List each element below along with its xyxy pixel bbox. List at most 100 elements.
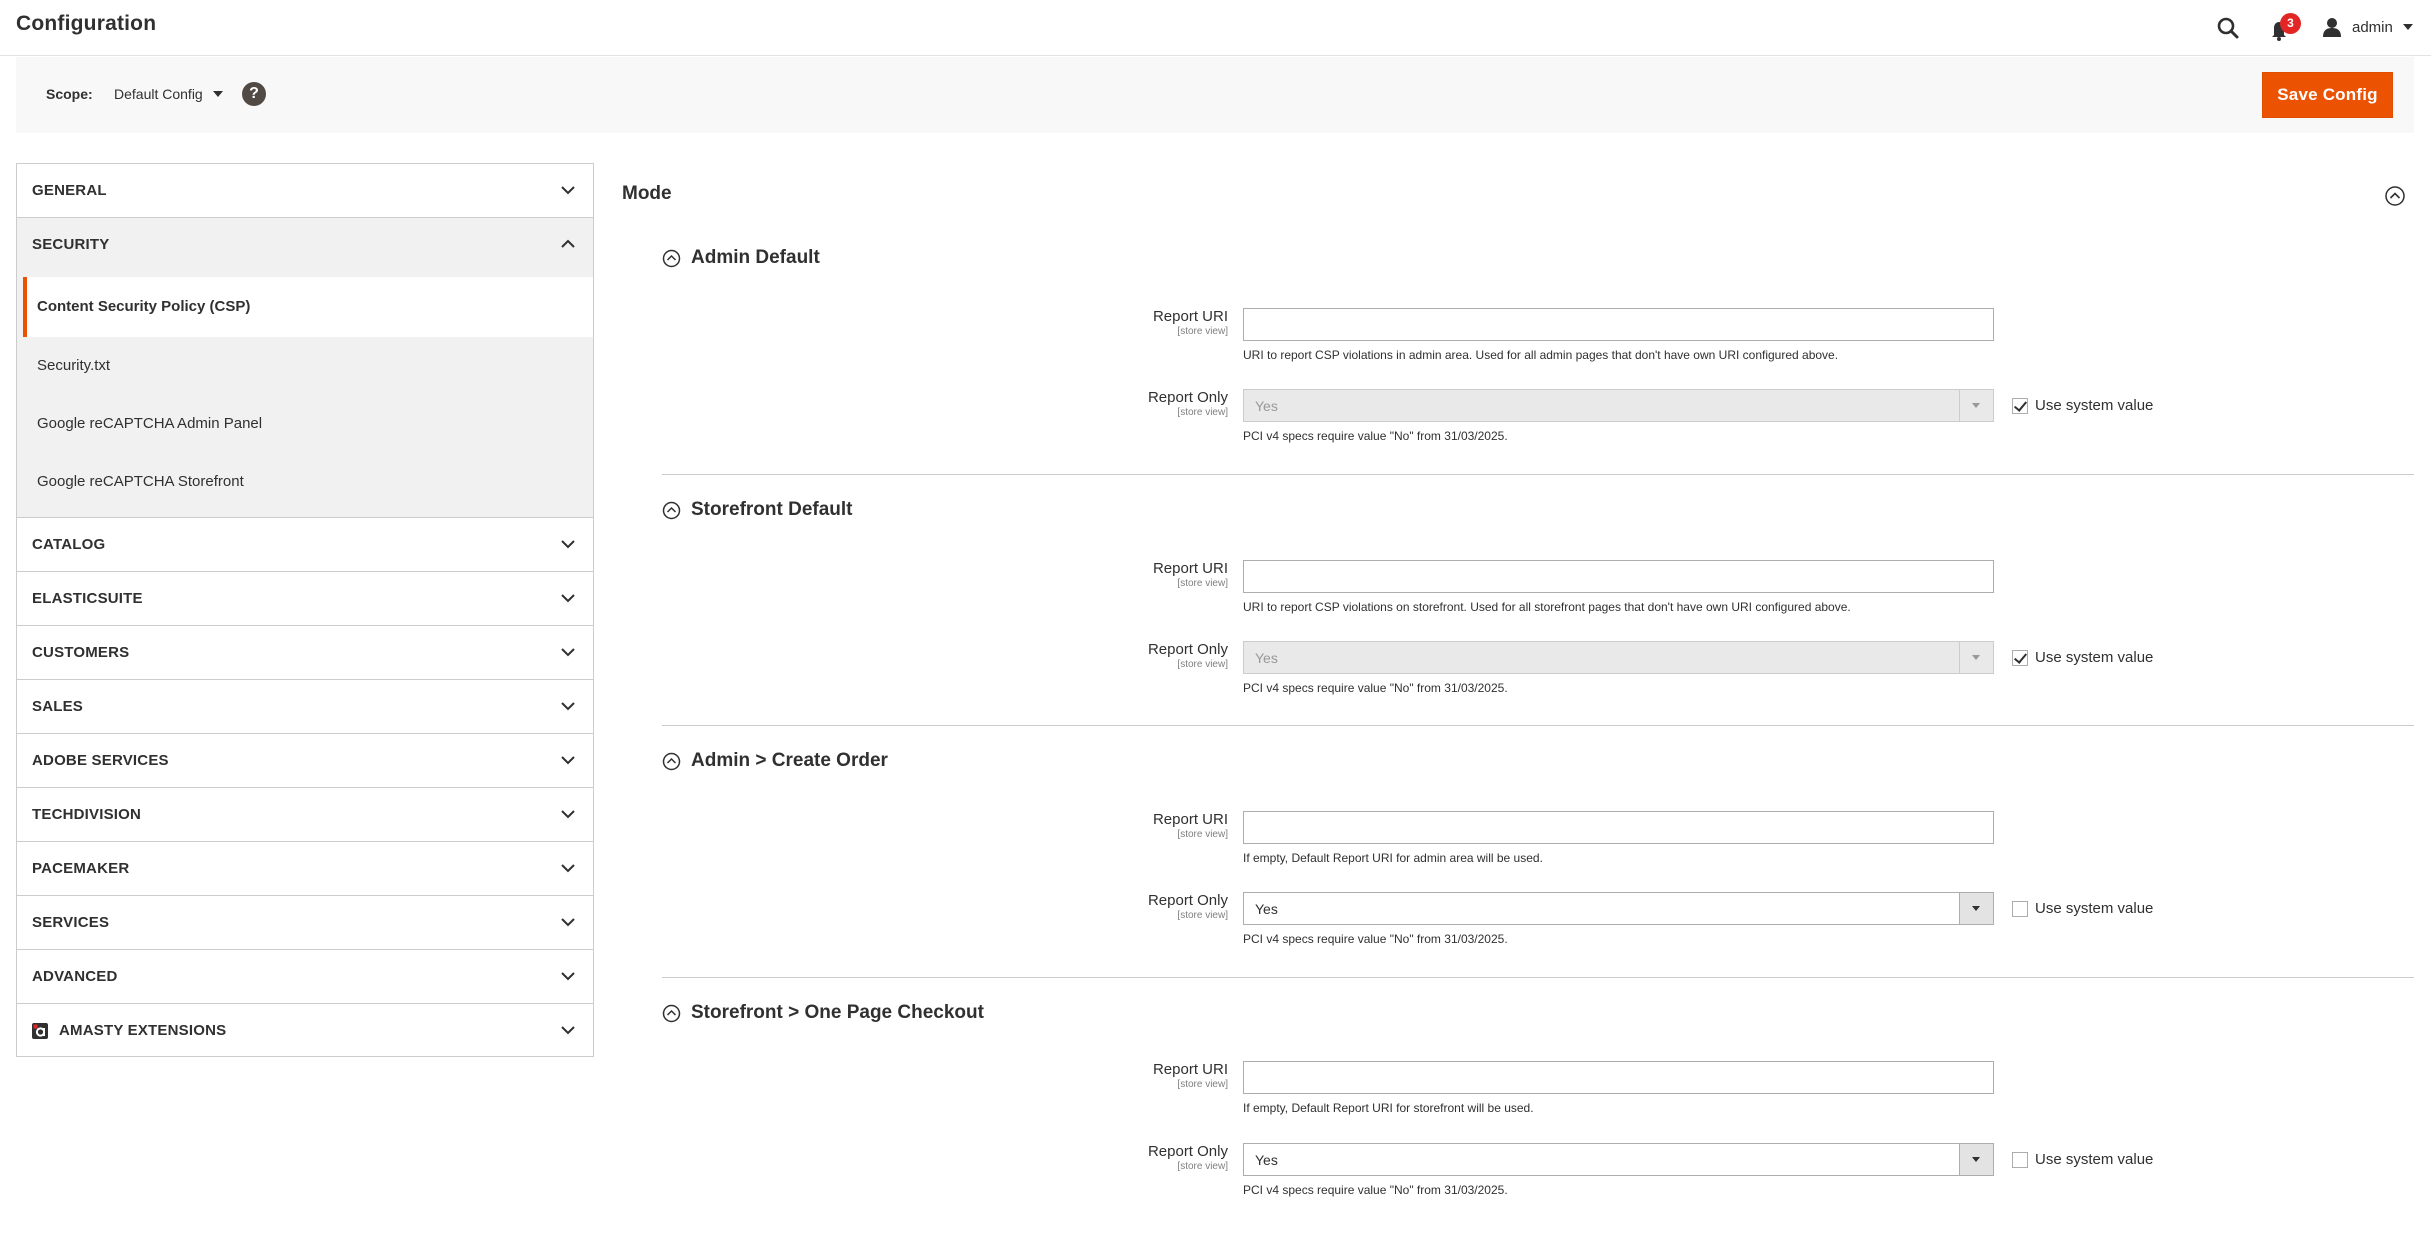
sidebar-section-catalog[interactable]: CATALOG [16, 517, 594, 571]
sidebar-section-sales[interactable]: SALES [16, 679, 594, 733]
search-icon[interactable] [2214, 14, 2242, 42]
chevron-down-icon [561, 918, 575, 927]
checkbox-checked[interactable] [2012, 397, 2028, 414]
sidebar-section-label: PACEMAKER [32, 860, 130, 877]
sidebar-section-security[interactable]: SECURITY [16, 217, 594, 271]
sidebar-section-pacemaker[interactable]: PACEMAKER [16, 841, 594, 895]
chevron-down-icon [1972, 655, 1980, 660]
report-uri-input[interactable] [1243, 308, 1994, 341]
sidebar-section-label: SECURITY [32, 236, 110, 253]
chevron-down-icon [1972, 1157, 1980, 1162]
group-header[interactable]: Storefront > One Page Checkout [662, 998, 984, 1028]
field-report-only: Report Only [store view] Yes Use system v… [662, 892, 2414, 952]
field-label: Report URI [1152, 811, 1228, 828]
notifications-count-badge[interactable]: 3 [2280, 13, 2301, 34]
sidebar-section-label: SERVICES [32, 914, 110, 931]
collapse-group-icon [662, 1004, 681, 1022]
field-label: Report Only [1147, 641, 1228, 658]
sidebar-section-customers[interactable]: CUSTOMERS [16, 625, 594, 679]
field-report-only: Report Only [store view] Yes Use system v… [662, 641, 2414, 701]
chevron-up-icon [561, 239, 575, 248]
sidebar-section-label: CATALOG [32, 536, 106, 553]
sidebar-section-amasty-extensions[interactable]: AMASTY EXTENSIONS [16, 1003, 594, 1057]
sidebar-section-adobe-services[interactable]: ADOBE SERVICES [16, 733, 594, 787]
use-system-value-checkbox[interactable]: Use system value [2012, 1151, 2153, 1168]
sidebar-item-label: Google reCAPTCHA Storefront [37, 473, 244, 490]
sidebar-item-csp[interactable]: Content Security Policy (CSP) [23, 277, 593, 337]
chevron-down-icon [561, 540, 575, 549]
collapse-group-icon [662, 249, 681, 267]
sidebar-section-label: GENERAL [32, 182, 107, 199]
report-only-select[interactable]: Yes [1243, 1143, 1994, 1176]
field-note: URI to report CSP violations in admin ar… [1243, 348, 1839, 362]
field-report-uri: Report URI [store view] If empty, Default… [662, 811, 2414, 871]
help-icon[interactable]: ? [242, 82, 266, 106]
group-header[interactable]: Storefront Default [662, 495, 853, 525]
chevron-down-icon [561, 702, 575, 711]
use-system-value-checkbox[interactable]: Use system value [2012, 397, 2153, 414]
group-divider [662, 474, 2414, 475]
select-value: Yes [1255, 398, 1278, 414]
group-title: Storefront Default [691, 499, 853, 520]
user-account-menu[interactable]: admin [2322, 14, 2413, 40]
report-only-select[interactable]: Yes [1243, 892, 1994, 925]
field-scope: [store view] [1177, 910, 1228, 921]
chevron-down-icon [561, 972, 575, 981]
chevron-down-icon [1972, 403, 1980, 408]
scope-value: Default Config [114, 86, 203, 102]
chevron-down-icon [561, 864, 575, 873]
checkbox-unchecked[interactable] [2012, 1151, 2028, 1168]
field-scope: [store view] [1177, 407, 1228, 418]
group-header[interactable]: Admin Default [662, 243, 820, 273]
sidebar-section-techdivision[interactable]: TECHDIVISION [16, 787, 594, 841]
use-system-value-checkbox[interactable]: Use system value [2012, 649, 2153, 666]
amasty-logo-icon [32, 1023, 48, 1039]
collapse-section-icon[interactable] [2384, 185, 2406, 207]
field-label: Report URI [1152, 1061, 1228, 1078]
sidebar-section-label: AMASTY EXTENSIONS [59, 1022, 227, 1039]
sidebar-section-elasticsuite[interactable]: ELASTICSUITE [16, 571, 594, 625]
chevron-down-icon [1972, 906, 1980, 911]
checkbox-unchecked[interactable] [2012, 900, 2028, 917]
sidebar-item-label: Content Security Policy (CSP) [37, 298, 251, 315]
sidebar-section-label: ELASTICSUITE [32, 590, 143, 607]
select-value: Yes [1255, 901, 1278, 917]
scope-switcher[interactable]: Default Config [114, 86, 223, 102]
field-note: PCI v4 specs require value "No" from 31/… [1243, 932, 1508, 946]
checkbox-label: Use system value [2035, 649, 2154, 666]
user-name: admin [2352, 18, 2393, 36]
group-header[interactable]: Admin > Create Order [662, 746, 888, 776]
sidebar-section-advanced[interactable]: ADVANCED [16, 949, 594, 1003]
sidebar-section-general[interactable]: GENERAL [16, 163, 594, 217]
use-system-value-checkbox[interactable]: Use system value [2012, 900, 2153, 917]
sidebar-item-security-txt[interactable]: Security.txt [17, 337, 593, 395]
field-label: Report Only [1147, 892, 1228, 909]
chevron-down-icon [561, 810, 575, 819]
sidebar-item-recaptcha-admin[interactable]: Google reCAPTCHA Admin Panel [17, 395, 593, 453]
field-note: If empty, Default Report URI for storefr… [1243, 1101, 1534, 1115]
report-only-select: Yes [1243, 641, 1994, 674]
field-scope: [store view] [1177, 578, 1228, 589]
field-note: If empty, Default Report URI for admin a… [1243, 851, 1543, 865]
sidebar-item-label: Security.txt [37, 357, 111, 374]
group-divider [662, 725, 2414, 726]
sidebar-section-services[interactable]: SERVICES [16, 895, 594, 949]
field-note: URI to report CSP violations on storefro… [1243, 600, 1851, 614]
scope-toolbar: Scope: Default Config ? Save Config [16, 57, 2414, 133]
report-uri-input[interactable] [1243, 1061, 1994, 1094]
group-title: Admin Default [691, 247, 820, 268]
save-config-button[interactable]: Save Config [2262, 72, 2393, 118]
field-report-only: Report Only [store view] Yes Use system v… [662, 1143, 2414, 1203]
field-label: Report Only [1147, 1143, 1228, 1160]
select-value: Yes [1255, 650, 1278, 666]
collapse-group-icon [662, 501, 681, 519]
checkbox-checked[interactable] [2012, 649, 2028, 666]
select-value: Yes [1255, 1152, 1278, 1168]
report-uri-input[interactable] [1243, 560, 1994, 593]
sidebar-item-recaptcha-storefront[interactable]: Google reCAPTCHA Storefront [17, 453, 593, 511]
field-report-uri: Report URI [store view] URI to report CSP… [662, 560, 2414, 620]
sidebar-section-label: ADOBE SERVICES [32, 752, 169, 769]
report-uri-input[interactable] [1243, 811, 1994, 844]
page-title: Configuration [16, 12, 157, 35]
field-label: Report Only [1147, 389, 1228, 406]
